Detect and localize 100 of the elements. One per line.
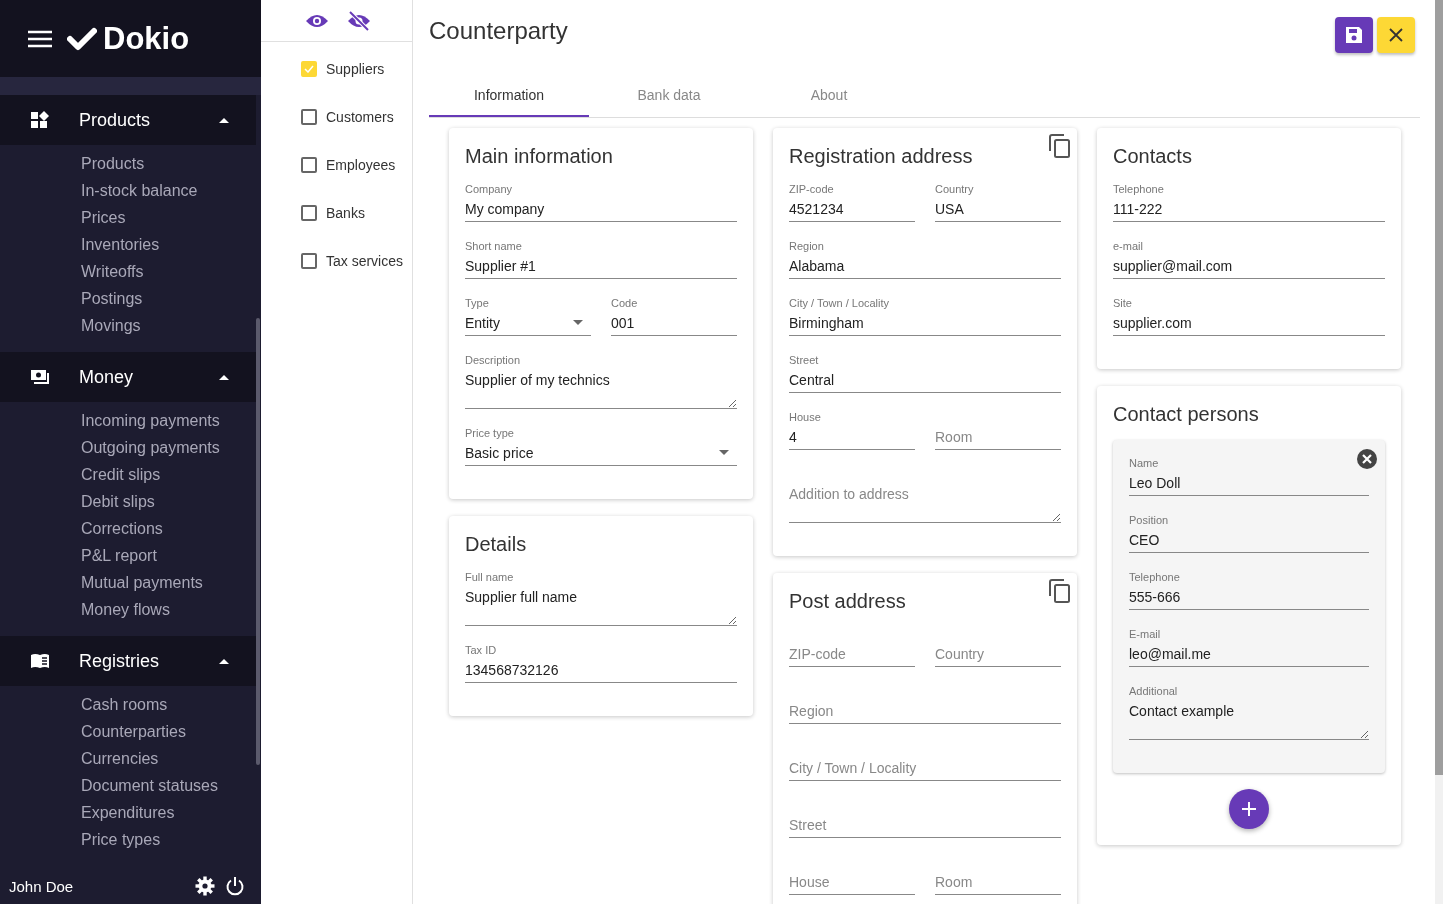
menu-item[interactable]: Currencies xyxy=(81,745,256,772)
input-field[interactable]: My company xyxy=(465,196,737,222)
input-field[interactable]: City / Town / Locality xyxy=(789,755,1061,781)
scrollbar[interactable] xyxy=(1435,0,1443,775)
caret-icon xyxy=(573,320,583,325)
menu-item[interactable]: Writeoffs xyxy=(81,258,256,285)
checkbox[interactable] xyxy=(301,205,317,221)
card-title: Details xyxy=(465,532,528,556)
input-field[interactable]: supplier.com xyxy=(1113,310,1385,336)
input-field[interactable]: 555-666 xyxy=(1129,584,1369,610)
field-label: Name xyxy=(1129,456,1160,470)
menu-item[interactable]: Document statuses xyxy=(81,772,256,799)
copy-button[interactable] xyxy=(1049,579,1071,603)
menu-group-header[interactable]: Products xyxy=(0,95,256,145)
remove-button[interactable] xyxy=(1357,449,1377,469)
add-button[interactable] xyxy=(1229,789,1269,829)
text-area[interactable]: Supplier of my technics xyxy=(465,367,737,409)
caret-icon xyxy=(219,374,229,380)
checkbox[interactable] xyxy=(301,157,317,173)
input-field[interactable]: Room xyxy=(935,869,1061,895)
input-field[interactable]: 134568732126 xyxy=(465,657,737,683)
input-field[interactable]: Region xyxy=(789,698,1061,724)
input-field[interactable]: House xyxy=(789,869,915,895)
input-field[interactable]: 4 xyxy=(789,424,915,450)
input-field[interactable]: Leo Doll xyxy=(1129,470,1369,496)
dropdown-field[interactable]: Basic price xyxy=(465,440,737,466)
settings-button[interactable] xyxy=(195,876,215,896)
menu-icon[interactable] xyxy=(27,28,53,49)
input-field[interactable]: Country xyxy=(935,641,1061,667)
field-label: Company xyxy=(465,182,514,196)
menu-item[interactable]: Inventories xyxy=(81,231,256,258)
book-icon xyxy=(30,651,50,671)
menu-item[interactable]: Credit slips xyxy=(81,461,256,488)
menu-item[interactable]: Cash rooms xyxy=(81,691,256,718)
scrollbar[interactable] xyxy=(256,318,260,765)
power-button[interactable] xyxy=(225,876,245,896)
caret-icon xyxy=(219,658,229,664)
copy-button[interactable] xyxy=(1049,134,1071,158)
caret-icon xyxy=(719,450,729,455)
card-title: Main information xyxy=(465,144,614,168)
input-field[interactable]: 001 xyxy=(611,310,737,336)
checkbox-label: Tax services xyxy=(326,253,404,269)
card-title: Contacts xyxy=(1113,144,1193,168)
field-label: Additional xyxy=(1129,684,1179,698)
menu-item[interactable]: Counterparties xyxy=(81,718,256,745)
menu-item[interactable]: Money flows xyxy=(81,596,256,623)
input-field[interactable]: 4521234 xyxy=(789,196,915,222)
field-label: Country xyxy=(935,182,975,196)
field-label: House xyxy=(789,410,822,424)
menu-item[interactable]: Outgoing payments xyxy=(81,434,256,461)
menu-item[interactable]: Expenditures xyxy=(81,799,256,826)
menu-item[interactable]: Postings xyxy=(81,285,256,312)
input-field[interactable]: Room xyxy=(935,424,1061,450)
cash-icon xyxy=(30,367,50,387)
card-title: Registration address xyxy=(789,144,974,168)
field-label: Full name xyxy=(465,570,515,584)
menu-item[interactable]: Movings xyxy=(81,312,256,339)
field-label: Short name xyxy=(465,239,523,253)
input-field[interactable]: leo@mail.me xyxy=(1129,641,1369,667)
hide-button[interactable] xyxy=(347,10,371,31)
field-label: Street xyxy=(789,353,820,367)
checkbox[interactable] xyxy=(301,109,317,125)
menu-item[interactable]: Incoming payments xyxy=(81,407,256,434)
menu-item[interactable]: Mutual payments xyxy=(81,569,256,596)
menu-item[interactable]: Products xyxy=(81,150,256,177)
menu-group-header[interactable]: Registries xyxy=(0,636,256,686)
dropdown-field[interactable]: Entity xyxy=(465,310,591,336)
menu-item[interactable]: P&L report xyxy=(81,542,256,569)
field-label: City / Town / Locality xyxy=(789,296,891,310)
text-area[interactable]: Contact example xyxy=(1129,698,1369,740)
input-field[interactable]: Central xyxy=(789,367,1061,393)
input-field[interactable]: USA xyxy=(935,196,1061,222)
show-button[interactable] xyxy=(305,12,329,29)
input-field[interactable]: supplier@mail.com xyxy=(1113,253,1385,279)
input-field[interactable]: Alabama xyxy=(789,253,1061,279)
checkbox[interactable] xyxy=(301,253,317,269)
menu-item[interactable]: Prices xyxy=(81,204,256,231)
field-label: Tax ID xyxy=(465,643,498,657)
input-field[interactable]: Street xyxy=(789,812,1061,838)
text-area[interactable]: Supplier full name xyxy=(465,584,737,626)
input-field[interactable]: ZIP-code xyxy=(789,641,915,667)
tab[interactable]: About xyxy=(749,75,909,117)
menu-item[interactable]: Corrections xyxy=(81,515,256,542)
input-field[interactable]: CEO xyxy=(1129,527,1369,553)
menu-item[interactable]: Price types xyxy=(81,826,256,853)
checkbox-label: Suppliers xyxy=(326,61,385,77)
menu-item[interactable]: Debit slips xyxy=(81,488,256,515)
input-field[interactable]: Supplier #1 xyxy=(465,253,737,279)
tab[interactable]: Bank data xyxy=(589,75,749,117)
eye-icon xyxy=(305,12,329,29)
menu-item[interactable]: In-stock balance xyxy=(81,177,256,204)
settings-icon xyxy=(195,876,215,896)
menu-group-header[interactable]: Money xyxy=(0,352,256,402)
copy-icon xyxy=(1049,579,1071,603)
input-field[interactable]: 111-222 xyxy=(1113,196,1385,222)
text-area[interactable]: Addition to address xyxy=(789,481,1061,523)
tab[interactable]: Information xyxy=(429,75,589,117)
save-button[interactable] xyxy=(1335,17,1373,53)
input-field[interactable]: Birmingham xyxy=(789,310,1061,336)
close-button[interactable] xyxy=(1377,17,1415,53)
